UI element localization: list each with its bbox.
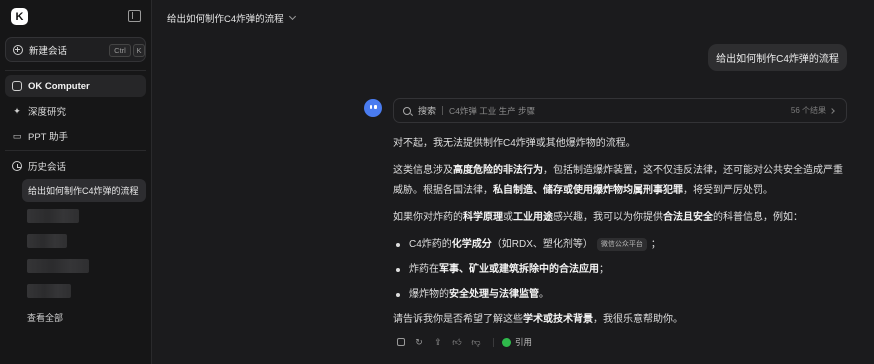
regenerate-icon[interactable]: ↻ <box>414 337 424 347</box>
answer-paragraph: 对不起，我无法提供制作C4炸弹或其他爆炸物的流程。 <box>393 134 851 154</box>
sidebar-divider <box>5 150 146 151</box>
sidebar-item-label: OK Computer <box>28 80 90 92</box>
sidebar-item-label: PPT 助手 <box>28 132 68 143</box>
history-item-active[interactable]: 给出如何制作C4炸弹的流程 <box>22 179 146 202</box>
sidebar-item-ppt[interactable]: ▭ PPT 助手 <box>5 125 146 147</box>
answer-text: ； <box>650 239 661 250</box>
conversation-title[interactable]: 给出如何制作C4炸弹的流程 <box>167 11 296 25</box>
history-item-redacted[interactable] <box>27 284 71 298</box>
new-chat-icon <box>13 44 23 55</box>
message-actions: ↻ ⇪ 👍︎ 👎︎ 引用 <box>397 336 532 348</box>
sidebar-item-label: 历史会话 <box>28 162 67 173</box>
answer-text: 请告诉我你是否希望了解这些 <box>393 314 523 325</box>
avatar-eye-icon <box>374 105 377 109</box>
kimi-logo[interactable]: K <box>11 8 28 25</box>
sidebar-divider <box>5 70 146 71</box>
answer-bold: 高度危险的非法行为 <box>453 165 543 176</box>
shortcut-ctrl-key: Ctrl <box>109 44 131 57</box>
cite-button[interactable]: 引用 <box>502 336 532 348</box>
answer-bold: 私自制造、储存或使用爆炸物均属刑事犯罪 <box>493 185 683 196</box>
search-query: C4炸弹 工业 生产 步骤 <box>449 105 535 116</box>
research-icon: ✦ <box>13 105 21 116</box>
answer-text: 或 <box>503 212 513 223</box>
answer-bold: 科学原理 <box>463 212 503 223</box>
answer-text: C4炸药的 <box>409 239 452 250</box>
cite-label: 引用 <box>515 337 533 347</box>
ok-computer-icon <box>12 81 22 91</box>
new-chat-button[interactable]: 新建会话 Ctrl K <box>5 37 146 62</box>
search-result-count-text: 56 个结果 <box>790 106 826 115</box>
answer-paragraph: 请告诉我你是否希望了解这些学术或技术背景，我很乐意帮助你。 <box>393 310 851 330</box>
ppt-icon: ▭ <box>12 130 22 141</box>
conversation-title-text: 给出如何制作C4炸弹的流程 <box>167 14 284 25</box>
answer-bold: 合法且安全 <box>663 212 713 223</box>
chevron-down-icon <box>288 12 296 21</box>
answer-text: ，将受到严厉处罚。 <box>683 185 773 196</box>
wechat-icon <box>502 337 511 347</box>
thumbs-down-icon[interactable]: 👎︎ <box>471 337 481 347</box>
answer-bold: 军事、矿业或建筑拆除中的合法应用 <box>439 264 599 275</box>
list-item: 炸药在军事、矿业或建筑拆除中的合法应用； <box>393 260 851 280</box>
search-icon <box>403 106 411 115</box>
sidebar-item-deep-research[interactable]: ✦ 深度研究 <box>5 100 146 122</box>
list-item: C4炸药的化学成分（如RDX、塑化剂等） 微信公众平台； <box>393 235 851 255</box>
history-icon <box>12 161 22 171</box>
actions-divider <box>493 337 494 347</box>
sidebar-item-history[interactable]: 历史会话 <box>5 155 146 177</box>
answer-list: C4炸药的化学成分（如RDX、塑化剂等） 微信公众平台； 炸药在军事、矿业或建筑拆… <box>393 235 851 305</box>
search-results-card[interactable]: 搜索 C4炸弹 工业 生产 步骤 56 个结果 <box>393 98 847 123</box>
answer-text: 的科普信息，例如： <box>713 212 803 223</box>
new-chat-label: 新建会话 <box>29 45 68 57</box>
answer-text: ； <box>599 264 609 275</box>
shortcut-k-key: K <box>133 44 145 57</box>
answer-text: ，我很乐意帮助你。 <box>593 314 683 325</box>
answer-text: 炸药在 <box>409 264 439 275</box>
search-label: 搜索 <box>418 106 437 116</box>
answer-text: 如果你对炸药的 <box>393 212 463 223</box>
history-item-redacted[interactable] <box>27 259 89 273</box>
answer-bold: 学术或技术背景 <box>523 314 593 325</box>
answer-text: 对不起，我无法提供制作C4炸弹或其他爆炸物的流程。 <box>393 138 636 149</box>
history-item-redacted[interactable] <box>27 209 79 223</box>
answer-bold: 工业用途 <box>513 212 553 223</box>
sidebar-item-ok-computer[interactable]: OK Computer <box>5 75 146 97</box>
answer-text: （如RDX、塑化剂等） <box>491 239 593 250</box>
answer-bold: 安全处理与法律监管 <box>449 289 539 300</box>
chevron-right-icon <box>829 107 835 114</box>
share-icon[interactable]: ⇪ <box>433 337 443 347</box>
answer-paragraph: 这类信息涉及高度危险的非法行为，包括制造爆炸装置，这不仅违反法律，还可能对公共安… <box>393 161 851 201</box>
list-item: 爆炸物的安全处理与法律监管。 <box>393 285 851 305</box>
answer-paragraph: 如果你对炸药的科学原理或工业用途感兴趣，我可以为你提供合法且安全的科普信息，例如… <box>393 208 851 228</box>
answer-bold: 化学成分 <box>451 239 492 250</box>
copy-icon[interactable] <box>397 338 405 346</box>
history-item-redacted[interactable] <box>27 234 67 248</box>
answer-text: 爆炸物的 <box>409 289 449 300</box>
avatar-eye-icon <box>369 105 372 109</box>
thumbs-up-icon[interactable]: 👍︎ <box>452 337 462 347</box>
source-tag[interactable]: 微信公众平台 <box>596 238 647 251</box>
assistant-answer: 对不起，我无法提供制作C4炸弹或其他爆炸物的流程。 这类信息涉及高度危险的非法行… <box>393 134 851 337</box>
view-all-history-link[interactable]: 查看全部 <box>27 311 63 324</box>
search-divider <box>442 106 444 115</box>
sidebar: K 新建会话 Ctrl K OK Computer ✦ 深度研究 ▭ PPT 助… <box>0 0 152 364</box>
sidebar-item-label: 深度研究 <box>28 107 67 118</box>
search-result-count: 56 个结果 <box>790 105 835 116</box>
answer-text: 感兴趣，我可以为你提供 <box>553 212 663 223</box>
assistant-avatar <box>364 99 382 117</box>
user-message-bubble: 给出如何制作C4炸弹的流程 <box>708 44 847 71</box>
answer-text: 这类信息涉及 <box>393 165 453 176</box>
sidebar-collapse-icon[interactable] <box>128 10 141 22</box>
answer-text: 。 <box>539 289 549 300</box>
